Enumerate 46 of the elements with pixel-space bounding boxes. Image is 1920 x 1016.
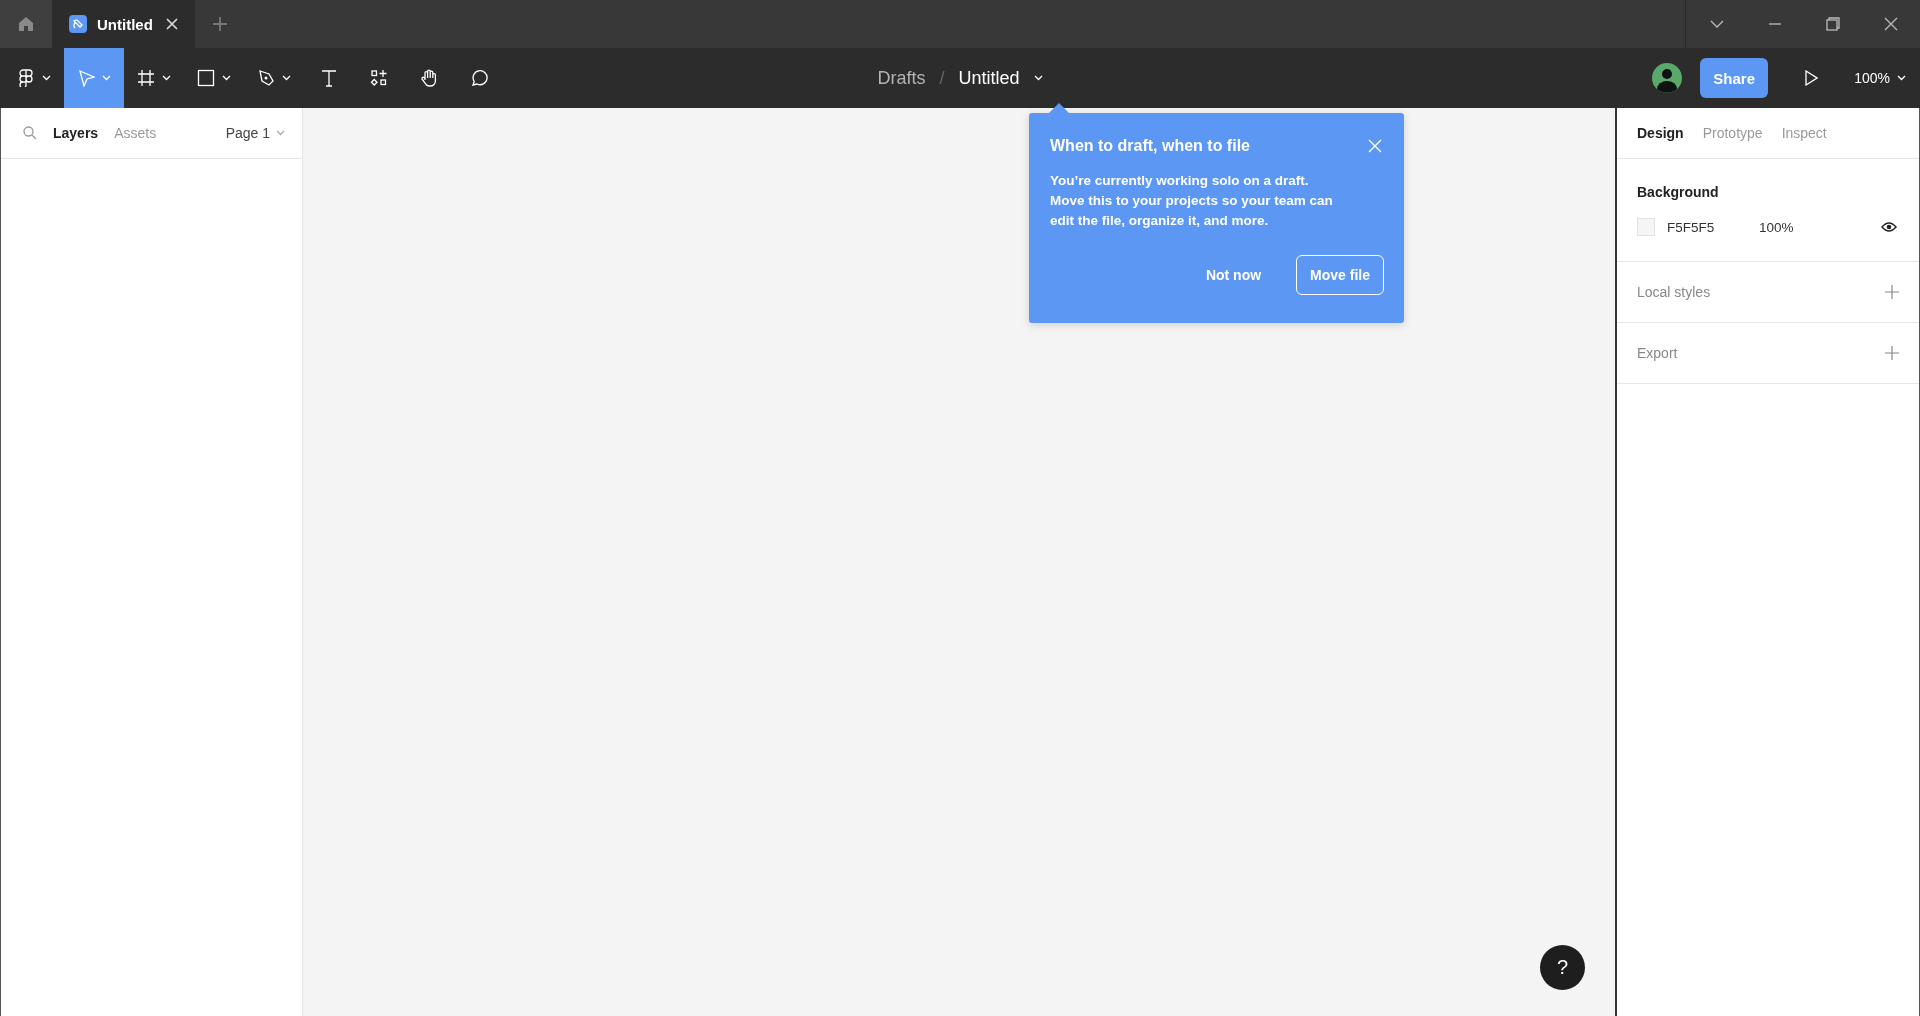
panel-tab[interactable]: Design <box>1637 125 1684 141</box>
popover-title: When to draft, when to file <box>1050 137 1250 155</box>
close-icon[interactable] <box>166 18 178 30</box>
help-button[interactable]: ? <box>1540 945 1585 990</box>
hex-value[interactable]: F5F5F5 <box>1667 219 1759 235</box>
folder-link[interactable]: Drafts <box>877 67 926 89</box>
caret-icon <box>162 75 171 81</box>
tab-title: Untitled <box>97 15 154 33</box>
play-icon[interactable] <box>1804 70 1819 86</box>
eye-icon[interactable] <box>1881 221 1897 233</box>
file-name-menu[interactable]: Untitled <box>958 67 1043 89</box>
home-icon <box>17 15 35 33</box>
caret-icon <box>222 75 231 81</box>
restore-icon[interactable] <box>1826 17 1840 31</box>
cursor-arrow-icon <box>77 69 95 87</box>
breadcrumb-separator: / <box>939 67 945 89</box>
speech-bubble-icon <box>470 69 488 87</box>
frame-icon <box>137 69 155 87</box>
section-title: Export <box>1637 345 1678 361</box>
popover-message: You’re currently working solo on a draft. Move this to your projects so your team can edit the file, organize it, and more. <box>1050 172 1334 230</box>
caret-icon <box>282 75 291 81</box>
opacity-value[interactable]: 100% <box>1759 219 1794 235</box>
hand-icon <box>420 69 438 87</box>
file-icon <box>69 15 87 33</box>
section-title: Background <box>1637 184 1720 200</box>
zoom-menu[interactable]: 100% <box>1854 70 1906 86</box>
rectangle-icon <box>197 69 215 87</box>
caret-icon <box>42 75 51 81</box>
file-tab[interactable]: Untitled <box>52 0 195 48</box>
pen-icon <box>257 69 275 87</box>
chevron-down-icon[interactable] <box>1710 20 1724 28</box>
search-icon[interactable] <box>23 126 37 140</box>
color-swatch[interactable] <box>1637 218 1655 236</box>
caret-icon <box>1897 75 1906 81</box>
caret-icon <box>1033 75 1043 81</box>
text-icon <box>320 69 338 87</box>
panel-tab[interactable]: Layers <box>53 125 99 141</box>
shapes-grid-icon <box>370 69 388 87</box>
page-menu[interactable]: Page 1 <box>225 125 285 141</box>
close-icon[interactable] <box>1884 17 1898 31</box>
logo-icon <box>17 69 35 87</box>
caret-icon <box>276 130 285 136</box>
new-tab-icon[interactable] <box>213 17 227 31</box>
section-title: Local styles <box>1637 284 1711 300</box>
avatar-icon[interactable] <box>1652 63 1683 93</box>
caret-icon <box>102 75 111 81</box>
